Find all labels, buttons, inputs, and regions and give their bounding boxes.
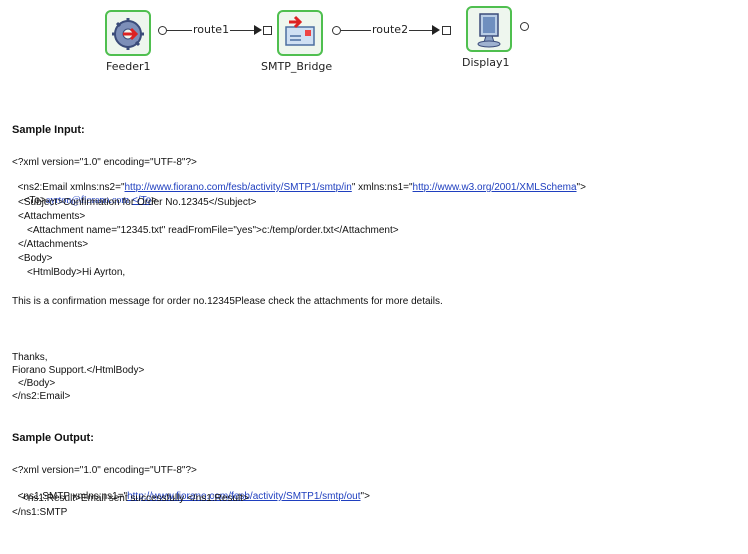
input-attachments-close: </Attachments>: [18, 239, 89, 250]
ns2-namespace-link[interactable]: http://www.fiorano.com/fesb/activity/SMT…: [125, 182, 352, 193]
feeder-node[interactable]: [105, 10, 151, 56]
smtp-bridge-label: SMTP_Bridge: [261, 60, 333, 73]
sample-input-heading: Sample Input:: [12, 124, 85, 136]
input-htmlbody-open: <HtmlBody>Hi Ayrton,: [27, 267, 126, 278]
output-result-line: <ns1:Result>Email sent successfully </ns…: [22, 493, 249, 504]
feeder-label: Feeder1: [106, 60, 151, 73]
output-xml-declaration: <?xml version="1.0" encoding="UTF-8"?>: [12, 465, 197, 476]
bridge-output-port[interactable]: [332, 26, 341, 35]
input-subject-line: <Subject>Confirmation for Order No.12345…: [18, 197, 257, 208]
smtp-open-text-b: ">: [360, 491, 370, 502]
ns1-namespace-link[interactable]: http://www.w3.org/2001/XMLSchema: [413, 182, 577, 193]
feeder-output-port[interactable]: [158, 26, 167, 35]
email-open-text-c: ">: [576, 182, 586, 193]
display-output-port[interactable]: [520, 22, 529, 31]
input-body-close: </Body>: [18, 378, 56, 389]
monitor-icon: [477, 13, 501, 48]
input-message-line: This is a confirmation message for order…: [12, 296, 443, 307]
input-email-close: </ns2:Email>: [12, 391, 71, 402]
email-open-text-b: " xmlns:ns1=": [351, 182, 413, 193]
route2-arrow: [432, 25, 440, 35]
input-attachments-open: <Attachments>: [18, 211, 86, 222]
input-thanks-line: Thanks,: [12, 352, 48, 363]
feeder-gear-icon: [112, 18, 144, 50]
bridge-input-port[interactable]: [263, 26, 272, 35]
display-label: Display1: [462, 56, 510, 69]
input-body-open: <Body>: [18, 253, 53, 264]
display-input-port[interactable]: [442, 26, 451, 35]
mail-arrow-icon: [285, 15, 315, 46]
output-smtp-close: </ns1:SMTP: [12, 507, 68, 518]
route2-label: route2: [371, 23, 410, 36]
display-node[interactable]: [466, 6, 512, 52]
smtp-bridge-node[interactable]: [277, 10, 323, 56]
input-signature-line: Fiorano Support.</HtmlBody>: [12, 365, 145, 376]
route1-label: route1: [192, 23, 231, 36]
input-xml-declaration: <?xml version="1.0" encoding="UTF-8"?>: [12, 157, 197, 168]
input-attachment-line: <Attachment name="12345.txt" readFromFil…: [27, 225, 399, 236]
flow-diagram: Feeder1 route1 SMTP_Bridge route2 Displa…: [0, 0, 748, 80]
route1-arrow: [254, 25, 262, 35]
sample-output-heading: Sample Output:: [12, 432, 94, 444]
